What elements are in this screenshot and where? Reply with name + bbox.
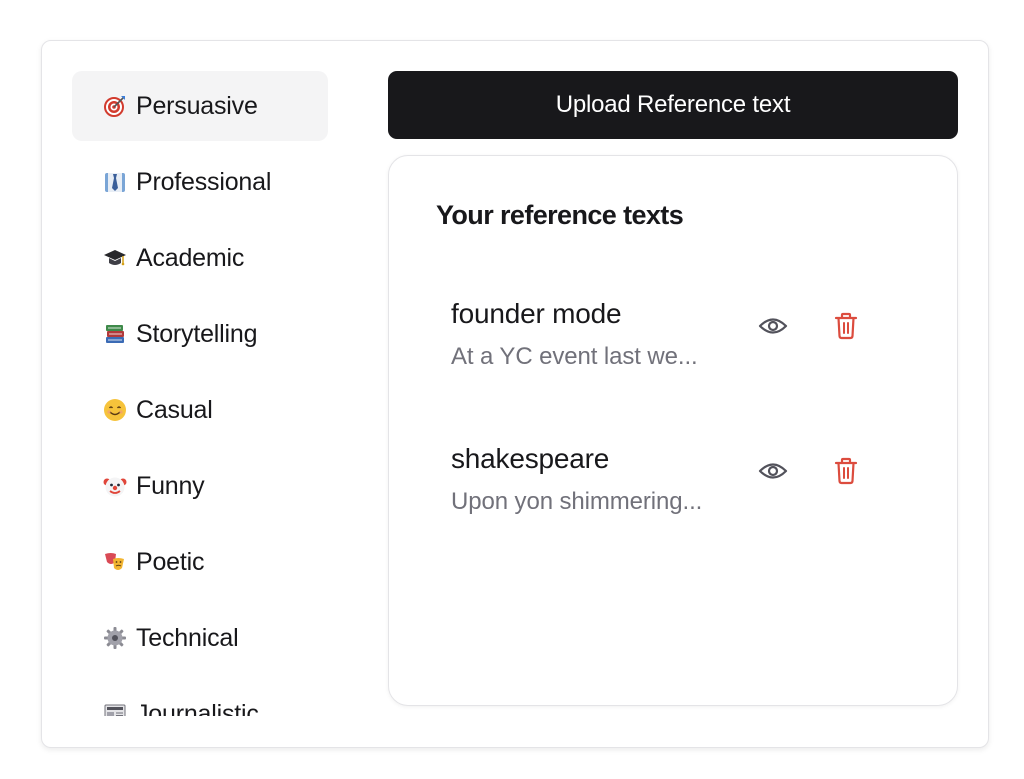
sidebar-item-label: Professional — [136, 167, 272, 196]
sidebar-item-professional[interactable]: Professional — [72, 147, 328, 217]
tone-sidebar: Persuasive Professional Academic Storyte… — [72, 71, 328, 716]
delete-reference-button[interactable] — [826, 451, 866, 491]
sidebar-item-label: Academic — [136, 243, 245, 272]
trash-icon — [834, 312, 858, 340]
smiling-face-icon — [102, 397, 128, 423]
target-icon — [102, 93, 128, 119]
gear-icon — [102, 625, 128, 651]
sidebar-item-label: Funny — [136, 471, 205, 500]
delete-reference-button[interactable] — [826, 306, 866, 346]
theater-masks-icon — [102, 549, 128, 575]
sidebar-item-funny[interactable]: Funny — [72, 451, 328, 521]
books-icon — [102, 321, 128, 347]
sidebar-item-casual[interactable]: Casual — [72, 375, 328, 445]
sidebar-item-poetic[interactable]: Poetic — [72, 527, 328, 597]
tone-settings-card: Persuasive Professional Academic Storyte… — [41, 40, 989, 748]
eye-icon — [758, 318, 788, 334]
list-item: shakespeare Upon yon shimmering... — [451, 443, 891, 533]
sidebar-item-persuasive[interactable]: Persuasive — [72, 71, 328, 141]
graduation-cap-icon — [102, 245, 128, 271]
panel-title: Your reference texts — [436, 200, 684, 230]
sidebar-item-label: Journalistic — [136, 699, 259, 717]
sidebar-item-storytelling[interactable]: Storytelling — [72, 299, 328, 369]
newspaper-icon — [102, 701, 128, 716]
list-item: founder mode At a YC event last we... — [451, 298, 891, 388]
view-reference-button[interactable] — [753, 451, 793, 491]
reference-texts-panel: Your reference texts founder mode At a Y… — [388, 155, 958, 706]
reference-name: shakespeare — [451, 443, 610, 474]
sidebar-item-label: Technical — [136, 623, 239, 652]
clown-face-icon — [102, 473, 128, 499]
necktie-shirt-icon — [102, 169, 128, 195]
reference-preview: Upon yon shimmering... — [451, 488, 703, 515]
reference-name: founder mode — [451, 298, 622, 329]
eye-icon — [758, 463, 788, 479]
trash-icon — [834, 457, 858, 485]
reference-preview: At a YC event last we... — [451, 343, 698, 370]
upload-reference-button[interactable]: Upload Reference text — [388, 71, 958, 139]
sidebar-item-journalistic[interactable]: Journalistic — [72, 679, 328, 716]
sidebar-item-academic[interactable]: Academic — [72, 223, 328, 293]
sidebar-item-label: Storytelling — [136, 319, 258, 348]
view-reference-button[interactable] — [753, 306, 793, 346]
sidebar-item-label: Casual — [136, 395, 213, 424]
sidebar-item-label: Poetic — [136, 547, 205, 576]
sidebar-item-technical[interactable]: Technical — [72, 603, 328, 673]
sidebar-item-label: Persuasive — [136, 91, 258, 120]
